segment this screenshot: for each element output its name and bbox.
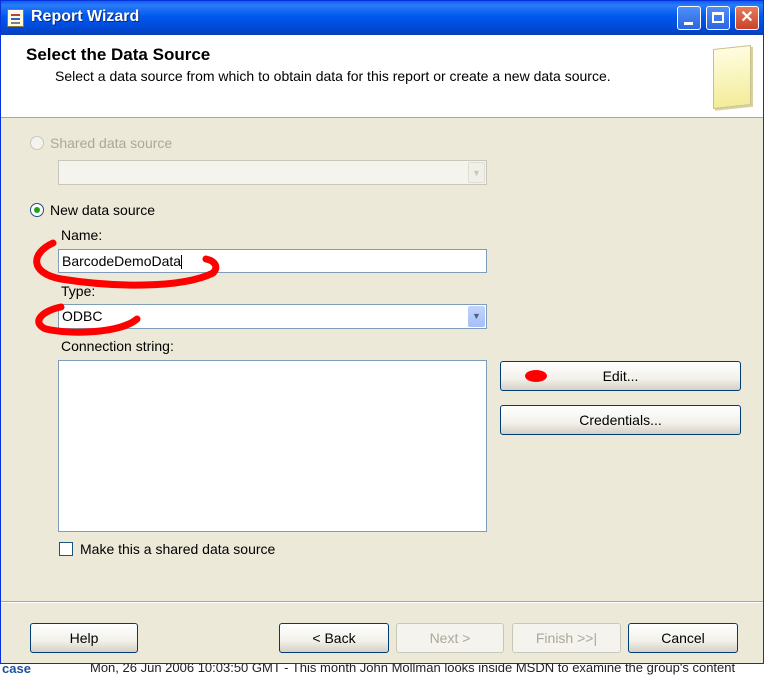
- report-wizard-window: Report Wizard ✕ Select the Data Source S…: [0, 0, 764, 664]
- help-button[interactable]: Help: [30, 623, 138, 653]
- minimize-button[interactable]: [677, 6, 701, 30]
- new-data-source-radio[interactable]: [30, 203, 44, 217]
- page-subtitle: Select a data source from which to obtai…: [55, 68, 611, 84]
- shared-data-source-label: Shared data source: [50, 135, 173, 151]
- background-article-text: Mon, 26 Jun 2006 10:03:50 GMT - This mon…: [90, 664, 736, 675]
- make-shared-checkbox[interactable]: [59, 542, 73, 556]
- name-input[interactable]: BarcodeDemoData: [58, 249, 487, 273]
- make-shared-label: Make this a shared data source: [80, 541, 276, 557]
- shared-data-source-radio[interactable]: [30, 136, 44, 150]
- connection-string-textarea[interactable]: [58, 360, 487, 532]
- text-caret: [181, 255, 183, 270]
- back-button[interactable]: < Back: [279, 623, 389, 653]
- page-title: Select the Data Source: [26, 45, 211, 64]
- credentials-button[interactable]: Credentials...: [500, 405, 741, 435]
- type-dropdown[interactable]: ODBC ▼: [58, 304, 487, 329]
- name-label: Name:: [61, 227, 103, 243]
- connection-string-label: Connection string:: [61, 338, 174, 354]
- edit-button[interactable]: Edit...: [500, 361, 741, 391]
- name-value: BarcodeDemoData: [62, 253, 182, 269]
- footer-separator: [1, 601, 763, 603]
- chevron-down-icon[interactable]: ▼: [468, 306, 485, 327]
- wizard-header: Select the Data Source Select a data sou…: [1, 35, 763, 118]
- next-button[interactable]: Next >: [396, 623, 504, 653]
- title-bar[interactable]: Report Wizard ✕: [1, 1, 763, 35]
- chevron-down-icon: ▼: [468, 162, 485, 183]
- cancel-button[interactable]: Cancel: [628, 623, 738, 653]
- type-value: ODBC: [62, 308, 103, 324]
- shared-data-source-dropdown[interactable]: ▼: [58, 160, 487, 185]
- finish-button[interactable]: Finish >>|: [512, 623, 621, 653]
- type-label: Type:: [61, 283, 96, 299]
- window-title: Report Wizard: [31, 8, 140, 25]
- report-wizard-icon: [7, 9, 24, 27]
- notepad-icon: [713, 45, 751, 109]
- close-button[interactable]: ✕: [735, 6, 759, 30]
- new-data-source-label: New data source: [50, 202, 156, 218]
- background-page-strip: case Mon, 26 Jun 2006 10:03:50 GMT - Thi…: [0, 664, 764, 675]
- maximize-button[interactable]: [706, 6, 730, 30]
- background-left-text: case: [2, 664, 31, 675]
